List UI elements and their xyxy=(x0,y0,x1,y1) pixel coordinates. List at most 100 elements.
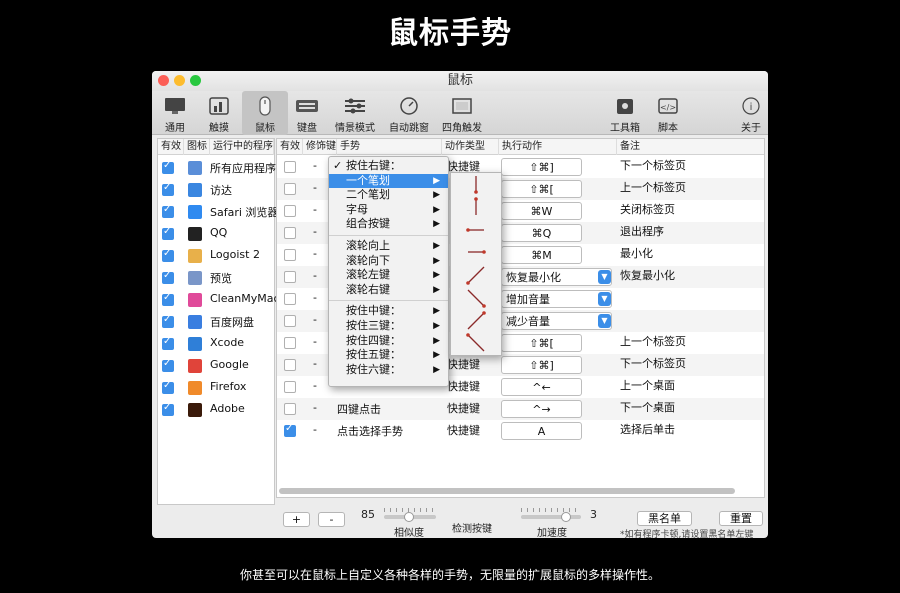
app-list-panel: 有效图标运行中的程序所有应用程序访达 Safari 浏览器 QQ Logoist 2 预… xyxy=(157,138,280,505)
toolbar-sliders-button[interactable]: 情景模式 xyxy=(332,91,378,135)
shortcut-field[interactable]: A xyxy=(501,422,582,440)
app-list-row[interactable]: 预览 xyxy=(158,267,274,289)
gesture-enabled-checkbox[interactable] xyxy=(284,205,296,217)
toolbar-corners-button[interactable]: 四角触发 xyxy=(439,91,485,135)
app-enabled-checkbox[interactable] xyxy=(162,380,174,394)
gesture-table-row[interactable]: - 四键点击 快捷键 ^→ 下一个桌面 xyxy=(277,398,764,420)
shortcut-field[interactable]: ^← xyxy=(501,378,582,396)
shortcut-field[interactable]: ⌘W xyxy=(501,202,582,220)
toolbar-chart-button[interactable]: 触摸 xyxy=(196,91,242,135)
gesture-enabled-checkbox[interactable] xyxy=(284,337,296,349)
toolbar-keyboard-button[interactable]: 键盘 xyxy=(284,91,330,135)
menu-item[interactable]: 滚轮右键 ▶ xyxy=(329,283,448,298)
stroke-up-left-option[interactable] xyxy=(451,332,501,355)
menu-item[interactable]: 滚轮左键 ▶ xyxy=(329,268,448,283)
stroke-up-right-option[interactable] xyxy=(451,310,501,333)
add-button[interactable]: + xyxy=(283,512,310,527)
toolbar-speedometer-button[interactable]: 自动跳窗 xyxy=(386,91,432,135)
app-enabled-checkbox[interactable] xyxy=(162,314,174,328)
stroke-right-option[interactable] xyxy=(451,241,501,264)
app-list-row[interactable]: 访达 xyxy=(158,179,274,201)
gesture-enabled-checkbox[interactable] xyxy=(284,359,296,371)
gesture-table-row[interactable]: - 点击选择手势 快捷键 A 选择后单击 xyxy=(277,420,764,442)
menu-item[interactable]: 组合按键 ▶ xyxy=(329,217,448,232)
action-select[interactable]: 恢复最小化 ▼ xyxy=(501,268,612,286)
stroke-up-option[interactable] xyxy=(451,196,501,219)
reset-button[interactable]: 重置 xyxy=(719,511,763,526)
menu-item[interactable]: ✓ 按住右键： xyxy=(329,159,448,174)
app-list-row[interactable]: CleanMyMac xyxy=(158,289,280,311)
similarity-knob[interactable] xyxy=(404,512,414,522)
modifier-key: - xyxy=(313,357,317,370)
close-button[interactable] xyxy=(158,75,169,86)
app-name: 所有应用程序 xyxy=(210,162,276,175)
app-enabled-checkbox[interactable] xyxy=(162,160,174,174)
stroke-down-right-option[interactable] xyxy=(451,287,501,310)
zoom-button[interactable] xyxy=(190,75,201,86)
menu-item[interactable]: 滚轮向下 ▶ xyxy=(329,254,448,269)
app-enabled-checkbox[interactable] xyxy=(162,182,174,196)
speed-slider[interactable] xyxy=(521,515,581,519)
menu-item[interactable]: 按住四键： ▶ xyxy=(329,334,448,349)
app-list-row[interactable]: Adobe xyxy=(158,399,274,421)
minimize-button[interactable] xyxy=(174,75,185,86)
gesture-enabled-checkbox[interactable] xyxy=(284,183,296,195)
horizontal-scrollbar[interactable] xyxy=(277,486,764,495)
stroke-left-option[interactable] xyxy=(451,219,501,242)
gesture-enabled-checkbox[interactable] xyxy=(284,161,296,173)
app-list-row[interactable]: QQ xyxy=(158,223,274,245)
menu-item[interactable]: 字母 ▶ xyxy=(329,203,448,218)
toolbar-display-button[interactable]: 通用 xyxy=(152,91,198,135)
gesture-enabled-checkbox[interactable] xyxy=(284,249,296,261)
action-select[interactable]: 增加音量 ▼ xyxy=(501,290,612,308)
gesture-enabled-checkbox[interactable] xyxy=(284,315,296,327)
app-list-row[interactable]: 百度网盘 xyxy=(158,311,274,333)
menu-item[interactable]: 一个笔划 ▶ xyxy=(329,173,448,189)
gesture-enabled-checkbox[interactable] xyxy=(284,381,296,393)
gesture-enabled-checkbox[interactable] xyxy=(284,423,296,437)
shortcut-field[interactable]: ^→ xyxy=(501,400,582,418)
menu-item[interactable]: 滚轮向上 ▶ xyxy=(329,239,448,254)
toolbar-label: 脚本 xyxy=(658,123,678,134)
menu-item[interactable]: 按住五键： ▶ xyxy=(329,348,448,363)
remove-button[interactable]: - xyxy=(318,512,345,527)
app-list-row[interactable]: Safari 浏览器 xyxy=(158,201,278,223)
stroke-down-left-option[interactable] xyxy=(451,264,501,287)
gesture-enabled-checkbox[interactable] xyxy=(284,271,296,283)
shortcut-field[interactable]: ⌘M xyxy=(501,246,582,264)
menu-item[interactable]: 按住三键： ▶ xyxy=(329,319,448,334)
app-enabled-checkbox[interactable] xyxy=(162,226,174,240)
stroke-down-option[interactable] xyxy=(451,173,501,196)
action-select[interactable]: 减少音量 ▼ xyxy=(501,312,612,330)
shortcut-field[interactable]: ⇧⌘] xyxy=(501,158,582,176)
shortcut-field[interactable]: ⇧⌘] xyxy=(501,356,582,374)
app-enabled-checkbox[interactable] xyxy=(162,336,174,350)
toolbar-info-button[interactable]: i 关于 xyxy=(728,91,768,135)
app-list-row[interactable]: Logoist 2 xyxy=(158,245,274,267)
menu-item[interactable]: 按住中键： ▶ xyxy=(329,304,448,319)
shortcut-field[interactable]: ⌘Q xyxy=(501,224,582,242)
app-list-row[interactable]: Google xyxy=(158,355,274,377)
app-list-row[interactable]: 所有应用程序 xyxy=(158,157,276,179)
menu-item[interactable]: 按住六键： ▶ xyxy=(329,363,448,378)
app-enabled-checkbox[interactable] xyxy=(162,402,174,416)
blacklist-button[interactable]: 黑名单 xyxy=(637,511,692,526)
toolbar-toolbox-button[interactable]: 工具箱 xyxy=(602,91,648,135)
app-list-row[interactable]: Xcode xyxy=(158,333,274,355)
app-enabled-checkbox[interactable] xyxy=(162,292,174,306)
app-list-row[interactable]: Firefox xyxy=(158,377,274,399)
app-enabled-checkbox[interactable] xyxy=(162,358,174,372)
speed-knob[interactable] xyxy=(561,512,571,522)
menu-item[interactable]: 二个笔划 ▶ xyxy=(329,188,448,203)
gesture-enabled-checkbox[interactable] xyxy=(284,227,296,239)
gesture-enabled-checkbox[interactable] xyxy=(284,293,296,305)
app-enabled-checkbox[interactable] xyxy=(162,270,174,284)
app-enabled-checkbox[interactable] xyxy=(162,248,174,262)
app-enabled-checkbox[interactable] xyxy=(162,204,174,218)
shortcut-field[interactable]: ⇧⌘[ xyxy=(501,180,582,198)
toolbar-mouse-button[interactable]: 鼠标 xyxy=(242,91,288,135)
gesture-enabled-checkbox[interactable] xyxy=(284,403,296,415)
toolbar-script-button[interactable]: </> 脚本 xyxy=(645,91,691,135)
shortcut-field[interactable]: ⇧⌘[ xyxy=(501,334,582,352)
detect-keys-label[interactable]: 检测按键 xyxy=(452,520,492,535)
